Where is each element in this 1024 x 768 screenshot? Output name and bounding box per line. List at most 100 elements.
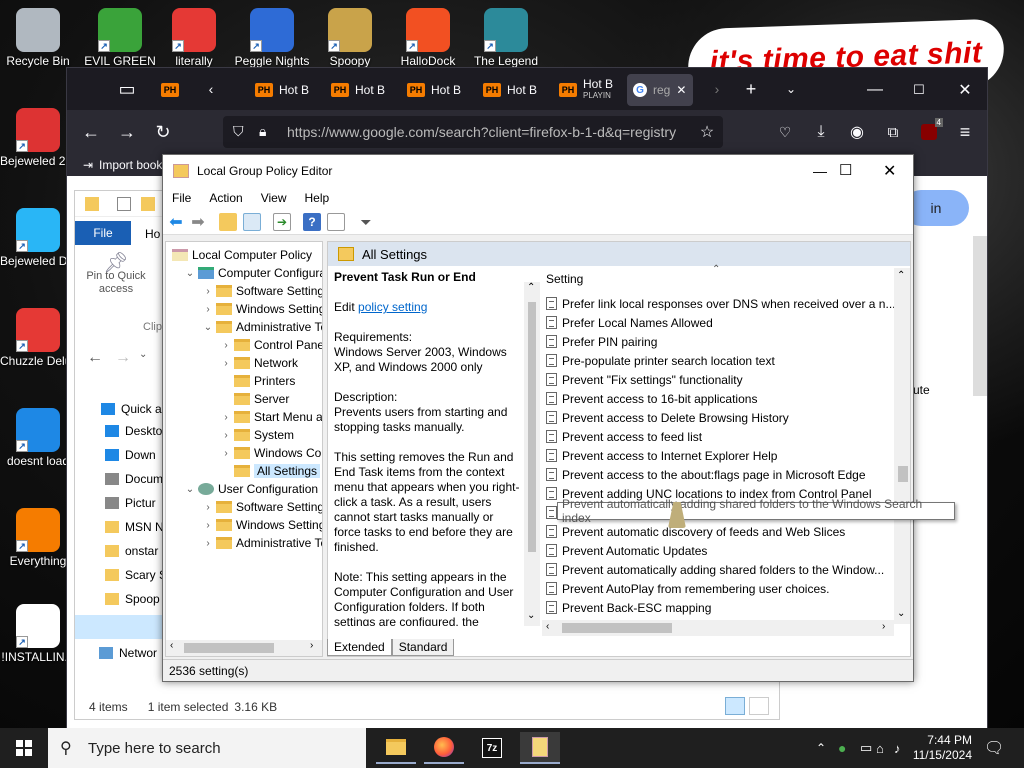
scroll-thumb[interactable]	[184, 643, 274, 653]
start-windows-icon[interactable]	[4, 732, 44, 764]
tree-item[interactable]: › Windows Setting	[202, 516, 322, 534]
desktop-icon-6[interactable]: ↗ The Legend	[468, 8, 544, 68]
taskbar-file-explorer-icon[interactable]	[376, 732, 416, 764]
taskbar-gpedit-icon[interactable]	[520, 732, 560, 764]
explorer-nav-item[interactable]: Networ	[99, 641, 157, 665]
recent-locations-icon[interactable]: ⌄	[139, 349, 147, 360]
menu-file[interactable]: File	[163, 191, 200, 205]
setting-row[interactable]: Prevent automatically adding shared fold…	[546, 560, 884, 579]
settings-scroll-right-icon[interactable]: ›	[882, 621, 885, 632]
new-folder-icon[interactable]	[141, 197, 155, 211]
desktop-icon-12[interactable]: ↗ !INSTALLIN...	[0, 604, 76, 664]
properties-icon[interactable]	[117, 197, 131, 211]
setting-row[interactable]: Prevent access to 16-bit applications	[546, 389, 757, 408]
maximize-icon[interactable]: ☐	[897, 74, 941, 106]
desktop-icon-11[interactable]: ↗ Everything	[0, 508, 76, 568]
forward-arrow-icon[interactable]: →	[113, 118, 141, 146]
desktop-icon-9[interactable]: ↗ Chuzzle Deluxe	[0, 308, 76, 368]
import-bookmarks-icon[interactable]: ⇥	[83, 158, 93, 172]
setting-row[interactable]: Prevent access to the about:flags page i…	[546, 465, 866, 484]
setting-row[interactable]: Prevent access to Internet Explorer Help	[546, 446, 777, 465]
taskbar-search-box[interactable]: ⚲ Type here to search	[48, 728, 366, 768]
tray-user-icon[interactable]: ●	[838, 728, 846, 768]
setting-row[interactable]: Prevent Automatic Updates	[546, 541, 707, 560]
description-scrollbar[interactable]: ⌃ ⌄	[524, 282, 540, 626]
scroll-right-icon[interactable]: ›	[310, 640, 313, 651]
extensions-icon[interactable]: ⧉	[879, 118, 907, 146]
desktop-icon-0[interactable]: Recycle Bin	[0, 8, 76, 68]
list-tabs-icon[interactable]: ⌄	[777, 75, 805, 103]
firefox-tab-2[interactable]: PH Hot B	[249, 74, 319, 106]
tree-item[interactable]: › Network	[220, 354, 298, 372]
tree-item[interactable]: Local Computer Policy	[170, 246, 312, 264]
tree-item[interactable]: ⌄ Administrative Te	[202, 318, 322, 336]
tree-expander-icon[interactable]: ⌄	[184, 268, 196, 279]
setting-row[interactable]: Prefer link local responses over DNS whe…	[546, 294, 896, 313]
tree-item[interactable]: Server	[220, 390, 289, 408]
tray-display-icon[interactable]: ▭	[860, 728, 872, 768]
tree-item[interactable]: All Settings	[220, 462, 321, 480]
tree-horizontal-scrollbar[interactable]: ‹ ›	[166, 640, 322, 656]
column-header-setting[interactable]: Setting	[546, 272, 583, 286]
ribbon-tab-home[interactable]: Ho	[145, 227, 160, 241]
explorer-nav-item[interactable]: Scary S	[105, 563, 167, 587]
setting-row[interactable]: Prefer PIN pairing	[546, 332, 657, 351]
tree-item[interactable]: ⌄ User Configuration	[184, 480, 318, 498]
menu-help[interactable]: Help	[296, 191, 339, 205]
firefox-tab-active[interactable]: Greg ✕	[627, 74, 693, 106]
pocket-icon[interactable]: ♡	[771, 118, 799, 146]
tab-extended[interactable]: Extended	[327, 639, 392, 656]
explorer-nav-item[interactable]: Down	[105, 443, 156, 467]
tab-scroll-left-icon[interactable]: ‹	[197, 75, 225, 103]
tree-expander-icon[interactable]: ›	[220, 358, 232, 369]
settings-horizontal-scrollbar[interactable]: ‹ ›	[542, 620, 894, 636]
tree-item[interactable]: › Windows Cor	[220, 444, 322, 462]
toolbar-filter-icon[interactable]: ⏷	[357, 213, 375, 231]
tree-expander-icon[interactable]: ›	[202, 538, 214, 549]
explorer-back-icon[interactable]: ←	[87, 349, 103, 367]
taskbar-firefox-icon[interactable]	[424, 732, 464, 764]
tree-item[interactable]: › Software Settings	[202, 498, 322, 516]
account-icon[interactable]: ◉	[843, 118, 871, 146]
firefox-tab-1[interactable]: PH	[155, 74, 195, 106]
explorer-nav-item[interactable]: Docum	[105, 467, 163, 491]
setting-row[interactable]: Prevent AutoPlay from remembering user c…	[546, 579, 829, 598]
tray-overflow-icon[interactable]: ⌃	[816, 728, 826, 768]
tree-item[interactable]: › Control Panel	[220, 336, 322, 354]
minimize-icon[interactable]: —	[853, 74, 897, 106]
firefox-tab-3[interactable]: PH Hot B	[325, 74, 395, 106]
ublock-icon[interactable]: 4	[915, 118, 943, 146]
desktop-icon-8[interactable]: ↗ Bejeweled Deluxe	[0, 208, 76, 268]
setting-row[interactable]: Prevent access to feed list	[546, 427, 702, 446]
gp-close-icon[interactable]: ✕	[883, 161, 896, 181]
large-icons-view-icon[interactable]	[749, 697, 769, 715]
menu-hamburger-icon[interactable]: ≡	[951, 118, 979, 146]
firefox-tab-6[interactable]: PH Hot B PLAYIN	[553, 74, 623, 106]
tray-volume-icon[interactable]: ♪	[894, 728, 901, 768]
desktop-icon-7[interactable]: ↗ Bejeweled 2 Deluxe	[0, 108, 76, 168]
setting-row[interactable]: Prevent "Fix settings" functionality	[546, 370, 743, 389]
desktop-icon-3[interactable]: ↗ Peggle Nights	[234, 8, 310, 68]
taskbar-clock[interactable]: 7:44 PM 11/15/2024	[912, 728, 972, 768]
settings-scroll-up-icon[interactable]: ⌃	[897, 270, 905, 281]
policy-setting-link[interactable]: policy setting	[358, 300, 427, 314]
import-bookmarks-link[interactable]: Import book	[99, 158, 162, 172]
tree-item[interactable]: ⌄ Computer Configura	[184, 264, 322, 282]
tree-expander-icon[interactable]: ›	[220, 340, 232, 351]
taskbar-7zip-icon[interactable]: 7z	[472, 732, 512, 764]
reload-icon[interactable]: ↻	[149, 118, 177, 146]
toolbar-show-hide-tree-icon[interactable]	[243, 213, 261, 231]
tree-item[interactable]: › Administrative Te	[202, 534, 322, 552]
description-scroll-thumb[interactable]	[528, 302, 536, 552]
close-tab-icon[interactable]: ✕	[676, 83, 686, 97]
tab-scroll-right-icon[interactable]: ›	[703, 75, 731, 103]
explorer-nav-item[interactable]: Spoop	[105, 587, 160, 611]
firefox-tab-4[interactable]: PH Hot B	[401, 74, 471, 106]
tab-overview-icon[interactable]: ▭	[113, 75, 141, 103]
back-arrow-icon[interactable]: ←	[77, 118, 105, 146]
tree-expander-icon[interactable]: ›	[202, 304, 214, 315]
scroll-up-icon[interactable]: ⌃	[527, 282, 535, 293]
scroll-down-icon[interactable]: ⌄	[527, 610, 535, 621]
menu-view[interactable]: View	[252, 191, 296, 205]
explorer-nav-item[interactable]: Deskto	[105, 419, 162, 443]
